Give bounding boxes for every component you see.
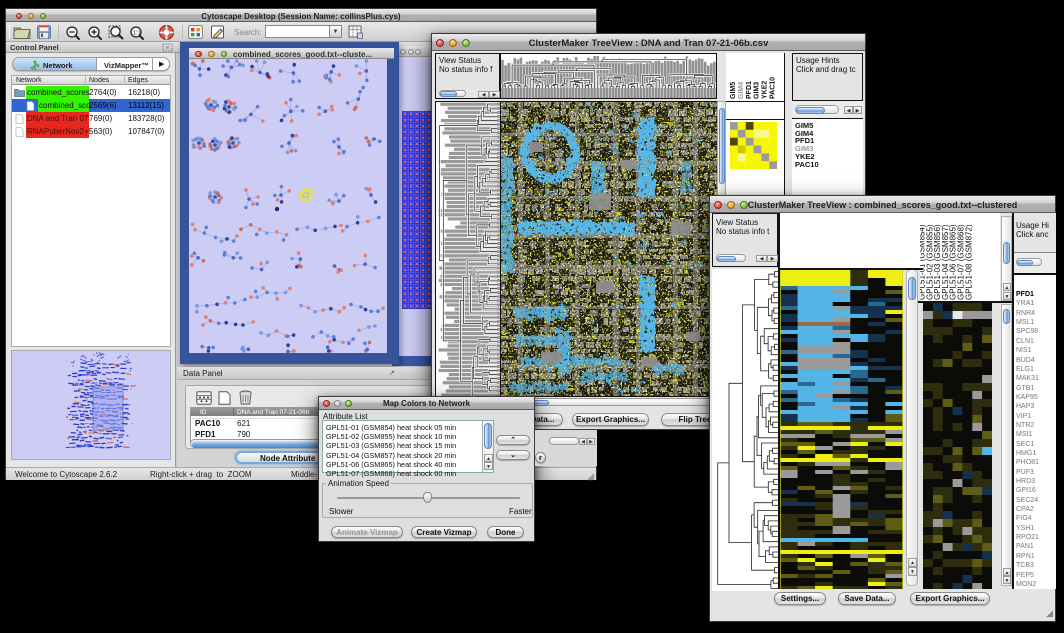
svg-text:GIM5: GIM5 — [730, 82, 737, 99]
svg-text:PAC10: PAC10 — [770, 77, 777, 99]
svg-text:GIM3: GIM3 — [754, 82, 761, 99]
svg-text:1:1: 1:1 — [133, 30, 141, 36]
svg-text:GPL51-08 (GSM872): GPL51-08 (GSM872) — [964, 224, 973, 300]
svg-text:YKE2: YKE2 — [762, 81, 769, 99]
svg-text:GIM4: GIM4 — [738, 82, 745, 99]
svg-text:PFD1: PFD1 — [746, 81, 753, 99]
